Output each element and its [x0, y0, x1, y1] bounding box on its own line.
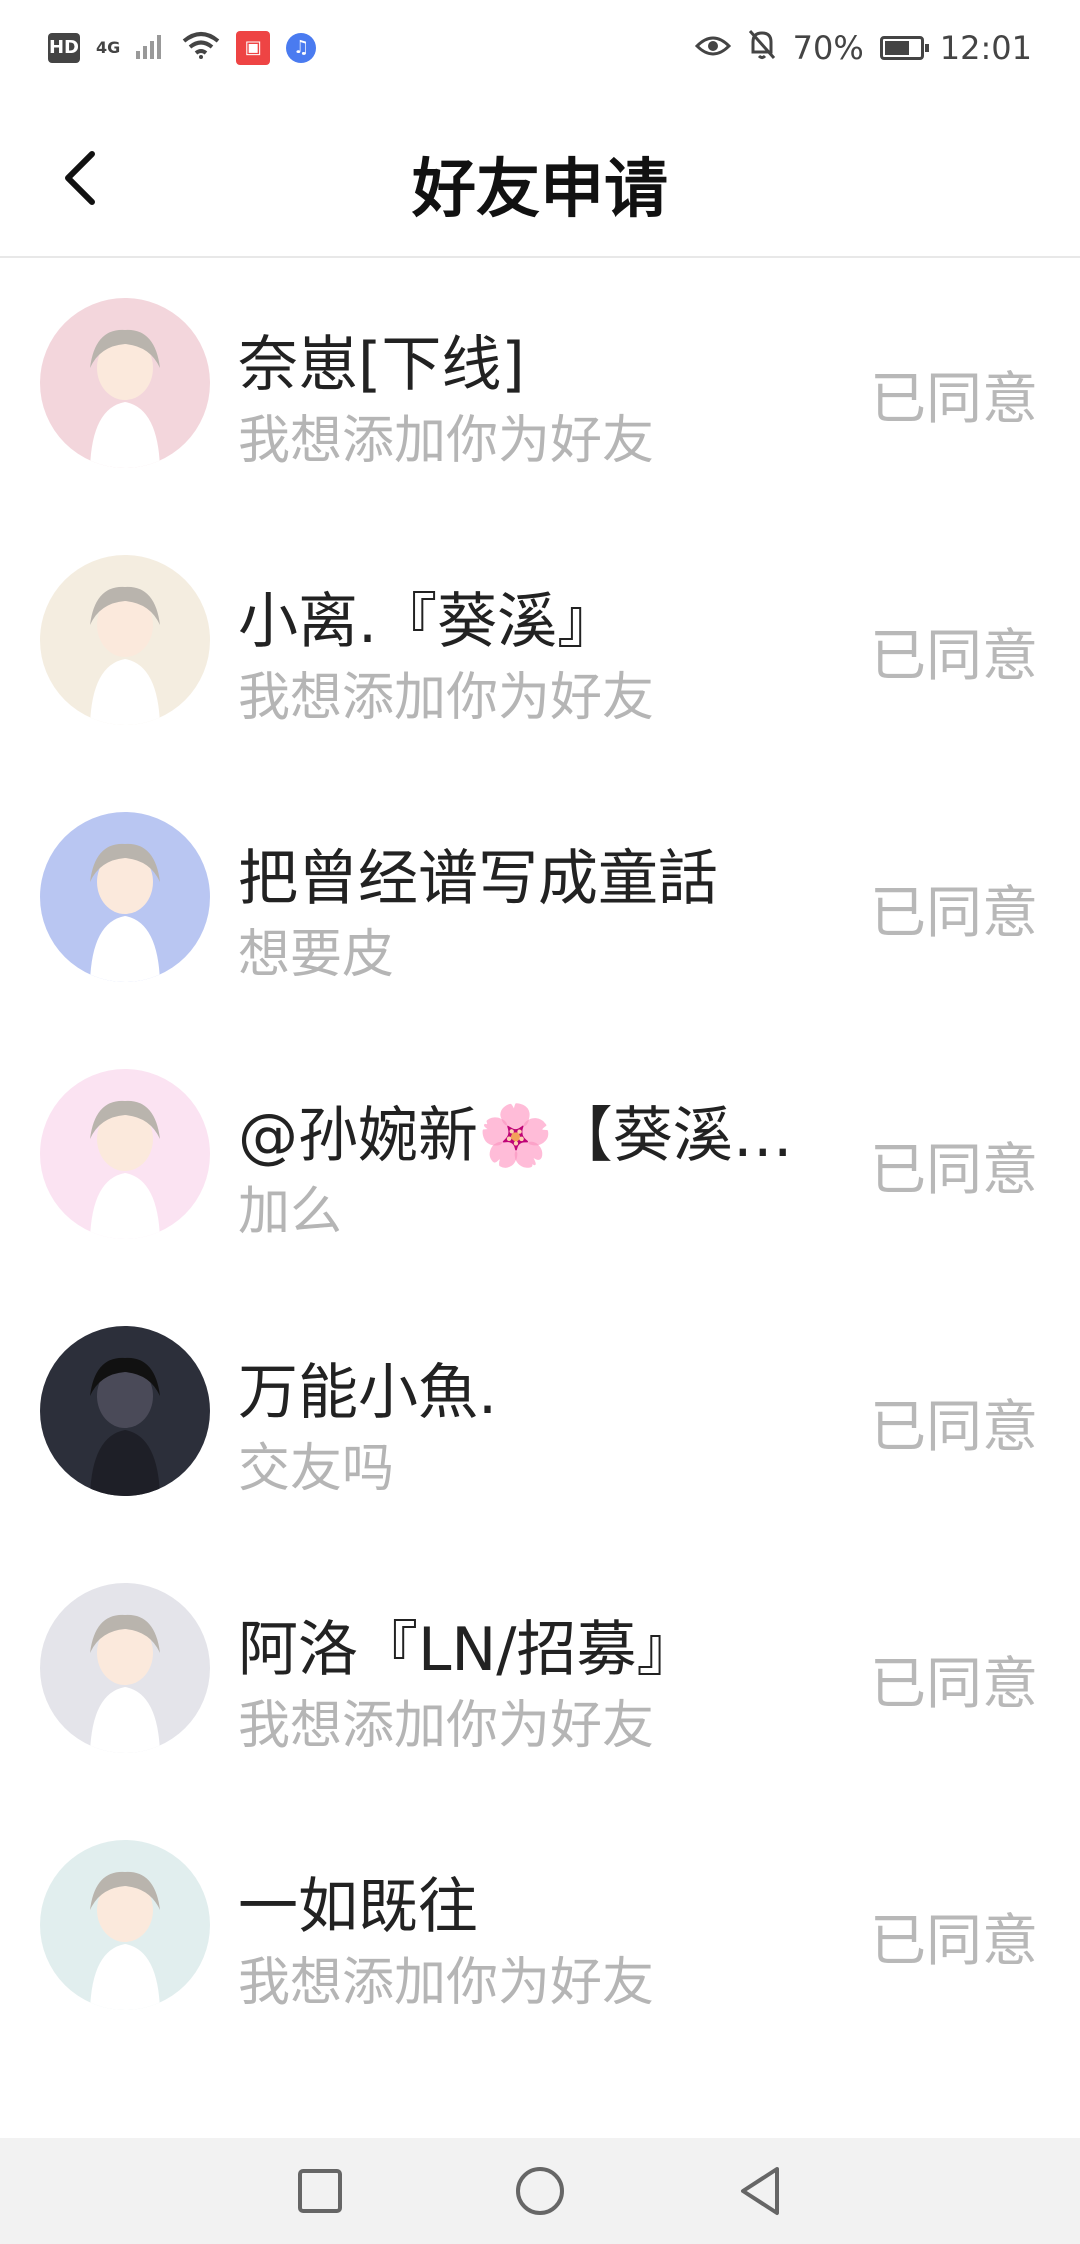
avatar[interactable]	[40, 1326, 210, 1496]
home-button[interactable]	[510, 2161, 570, 2221]
request-message: 我想添加你为好友	[238, 411, 655, 471]
request-message: 想要皮	[238, 925, 395, 985]
status-bar-right: 70% 12:01	[694, 28, 1032, 68]
signal-icon	[136, 29, 166, 67]
requester-name[interactable]: 万能小魚.	[238, 1344, 818, 1431]
status-bar-left: HD 4G ▣ ♫	[48, 29, 317, 67]
system-navigation-bar	[0, 2138, 1080, 2244]
header: 好友申请	[0, 96, 1080, 258]
friend-request-row[interactable]: 奈崽[下线] 我想添加你为好友 已同意	[0, 258, 1080, 515]
bell-muted-icon	[747, 28, 777, 68]
accepted-status-button[interactable]: 已同意	[870, 868, 1038, 949]
avatar[interactable]	[40, 1583, 210, 1753]
accepted-status-button[interactable]: 已同意	[870, 1382, 1038, 1463]
accepted-status-button[interactable]: 已同意	[870, 1896, 1038, 1977]
circle-icon	[516, 2167, 564, 2215]
status-bar: HD 4G ▣ ♫ 70% 12:01	[0, 0, 1080, 96]
square-icon	[298, 2169, 342, 2213]
avatar[interactable]	[40, 555, 210, 725]
friend-request-list: 奈崽[下线] 我想添加你为好友 已同意 小离.『葵溪』 我想添加你为好友 已同意 把曾经谱写…	[0, 258, 1080, 2057]
battery-fill	[884, 41, 909, 55]
triangle-back-icon	[741, 2167, 779, 2215]
friend-request-row[interactable]: 阿洛『LN/招募』我想添加你为好友 已同意	[0, 1543, 1080, 1800]
wifi-icon	[182, 29, 220, 67]
network-label: 4G	[96, 38, 121, 57]
friend-request-row[interactable]: 小离.『葵溪』我想添加你为好友 已同意	[0, 515, 1080, 772]
friend-request-row[interactable]: @孙婉新🌸【葵溪… 加么 已同意	[0, 1029, 1080, 1286]
request-message: 交友吗	[238, 1439, 395, 1499]
friend-request-row[interactable]: 把曾经谱写成童話想要皮 已同意	[0, 772, 1080, 1029]
request-message: 我想添加你为好友	[238, 668, 655, 728]
requester-name[interactable]: 小离.『葵溪』	[238, 573, 818, 660]
recent-apps-button[interactable]	[290, 2161, 350, 2221]
app-icon: ▣	[236, 31, 271, 65]
battery-icon	[879, 36, 929, 60]
requester-name[interactable]: 一如既往	[238, 1858, 818, 1945]
music-icon: ♫	[286, 33, 317, 63]
accepted-status-button[interactable]: 已同意	[870, 354, 1038, 435]
accepted-status-button[interactable]: 已同意	[870, 1125, 1038, 1206]
request-message: 加么	[238, 1182, 343, 1242]
page-title: 好友申请	[412, 153, 668, 227]
clock: 12:01	[939, 29, 1032, 67]
eye-icon	[694, 29, 731, 67]
friend-request-row[interactable]: 一如既往我想添加你为好友 已同意	[0, 1800, 1080, 2057]
requester-name[interactable]: 阿洛『LN/招募』	[238, 1601, 818, 1688]
requester-name[interactable]: @孙婉新🌸【葵溪…	[238, 1087, 818, 1174]
request-message: 我想添加你为好友	[238, 1953, 655, 2013]
avatar[interactable]	[40, 298, 210, 468]
request-message: 我想添加你为好友	[238, 1696, 655, 1756]
avatar[interactable]	[40, 812, 210, 982]
requester-name[interactable]: 奈崽[下线]	[238, 316, 818, 403]
accepted-status-button[interactable]: 已同意	[870, 611, 1038, 692]
hd-icon: HD	[48, 33, 80, 63]
network-icon: 4G	[96, 40, 120, 56]
avatar[interactable]	[40, 1069, 210, 1239]
avatar[interactable]	[40, 1840, 210, 2010]
requester-name[interactable]: 把曾经谱写成童話	[238, 830, 818, 917]
battery-percent: 70%	[792, 29, 864, 67]
back-nav-button[interactable]	[730, 2161, 790, 2221]
friend-request-row[interactable]: 万能小魚. 交友吗 已同意	[0, 1286, 1080, 1543]
accepted-status-button[interactable]: 已同意	[870, 1639, 1038, 1720]
